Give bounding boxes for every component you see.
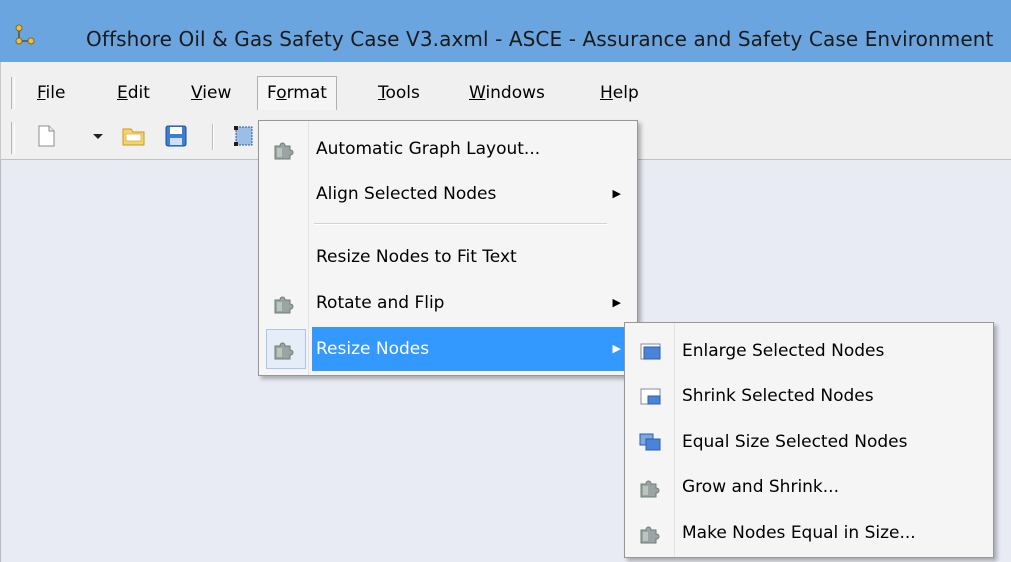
menu-item-shrink-selected-nodes[interactable]: Shrink Selected Nodes (627, 374, 991, 418)
toolbar-separator (212, 124, 214, 150)
enlarge-nodes-icon (640, 343, 661, 360)
menubar-grip[interactable] (11, 77, 15, 109)
submenu-arrow-icon: ▶ (612, 296, 621, 309)
menu-bar: File Edit View Format Tools Windows Help (0, 62, 1011, 112)
puzzle-icon (640, 480, 660, 498)
puzzle-icon (274, 342, 294, 360)
menu-windows[interactable]: Windows (460, 76, 554, 110)
open-folder-icon[interactable] (121, 124, 147, 148)
menu-file[interactable]: File (28, 76, 74, 110)
shrink-nodes-icon (640, 388, 661, 405)
equal-size-nodes-icon (639, 433, 661, 451)
menu-help[interactable]: Help (591, 76, 648, 110)
puzzle-icon (274, 142, 294, 160)
menu-item-rotate-and-flip[interactable]: Rotate and Flip ▶ (261, 281, 635, 325)
menu-item-grow-and-shrink[interactable]: Grow and Shrink... (627, 465, 991, 509)
menu-item-equal-size-selected-nodes[interactable]: Equal Size Selected Nodes (627, 420, 991, 464)
menu-item-automatic-graph-layout[interactable]: Automatic Graph Layout... (261, 127, 635, 171)
window-title: Offshore Oil & Gas Safety Case V3.axml -… (86, 27, 994, 51)
menu-tools[interactable]: Tools (369, 76, 429, 110)
menu-item-resize-nodes[interactable]: Resize Nodes ▶ (261, 327, 635, 371)
title-bar[interactable]: Offshore Oil & Gas Safety Case V3.axml -… (0, 0, 1011, 62)
submenu-arrow-icon: ▶ (612, 342, 621, 355)
dropdown-arrow-icon[interactable] (91, 124, 105, 148)
menu-item-enlarge-selected-nodes[interactable]: Enlarge Selected Nodes (627, 329, 991, 373)
puzzle-icon (640, 526, 660, 544)
submenu-arrow-icon: ▶ (612, 187, 621, 200)
select-node-icon[interactable] (231, 124, 255, 148)
save-disk-icon[interactable] (164, 124, 188, 148)
resize-nodes-submenu: Enlarge Selected Nodes Shrink Selected N… (624, 322, 994, 558)
asce-app-icon (15, 24, 35, 45)
puzzle-icon (274, 296, 294, 314)
menu-item-resize-nodes-to-fit-text[interactable]: Resize Nodes to Fit Text (261, 235, 635, 279)
new-document-icon[interactable] (35, 124, 57, 148)
menu-edit[interactable]: Edit (108, 76, 159, 110)
menu-item-align-selected-nodes[interactable]: Align Selected Nodes ▶ (261, 172, 635, 216)
menu-format[interactable]: Format (257, 76, 337, 110)
menu-item-make-nodes-equal-in-size[interactable]: Make Nodes Equal in Size... (627, 511, 991, 555)
menu-separator (314, 223, 607, 225)
menu-view[interactable]: View (182, 76, 240, 110)
format-menu: Automatic Graph Layout... Align Selected… (258, 120, 638, 376)
toolbar-grip[interactable] (11, 122, 15, 154)
